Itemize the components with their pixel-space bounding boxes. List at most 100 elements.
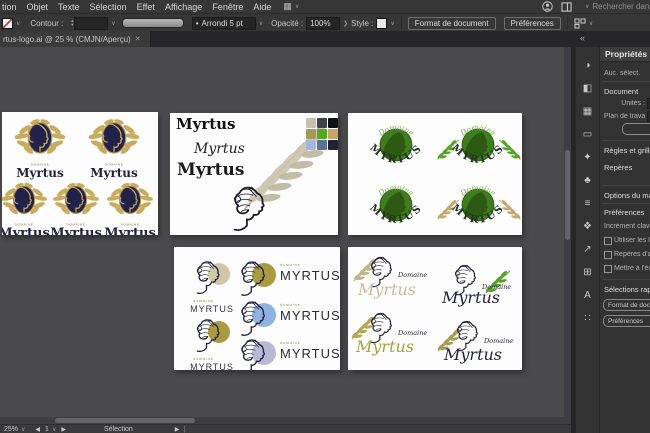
symbol-sprayer-panel-icon[interactable]: ✦ <box>583 151 591 164</box>
green-circle-logo-gold-leaves[interactable] <box>438 175 518 235</box>
artboard-5[interactable]: Domaine Myrtus Domaine Myrtus Domaine My… <box>348 247 522 370</box>
chevron-down-icon[interactable]: ∨ <box>111 20 115 27</box>
green-circle-logo[interactable] <box>356 115 436 175</box>
zoom-level[interactable]: 25% <box>4 426 18 433</box>
menu-item-effet[interactable]: Effet <box>137 2 155 12</box>
chevron-down-icon[interactable]: ∨ <box>16 20 20 27</box>
italic-logo[interactable]: Domaine Myrtus <box>352 309 436 361</box>
menu-item-fenetre[interactable]: Fenêtre <box>212 2 243 12</box>
italic-logo[interactable]: Domaine Myrtus <box>354 253 438 305</box>
prev-artboard-icon[interactable]: ◀ <box>35 426 40 433</box>
palette-swatch[interactable] <box>328 140 338 150</box>
align-panel-icon[interactable]: ∷ <box>584 312 590 325</box>
logo-domaine-text: domaine <box>184 299 223 303</box>
gradient-panel-icon[interactable]: ◧ <box>583 82 592 95</box>
head-sketch-illustration[interactable] <box>232 181 274 235</box>
fill-color-swatch[interactable] <box>2 18 13 29</box>
horizontal-scrollbar-thumb[interactable] <box>55 418 195 423</box>
color-panel-icon[interactable]: ◑ <box>584 59 590 72</box>
artboard-panel-icon[interactable]: ▭ <box>583 128 592 141</box>
menu-item-aide[interactable]: Aide <box>253 2 271 12</box>
menu-item-texte[interactable]: Texte <box>58 2 80 12</box>
green-circle-logo-leaves[interactable] <box>438 115 518 175</box>
variable-width-profile[interactable] <box>122 18 184 28</box>
logo-domaine-text: DOMAINE <box>4 223 44 226</box>
horizontal-logo[interactable]: domaine MYRTUS <box>240 335 336 370</box>
character-panel-icon[interactable]: A <box>584 289 591 302</box>
arrange-documents-icon[interactable] <box>561 2 572 12</box>
palette-swatch[interactable] <box>317 140 327 150</box>
palette-swatch[interactable] <box>328 129 338 139</box>
wordmark-slab[interactable]: Myrtus <box>176 115 236 133</box>
vertical-scrollbar[interactable] <box>564 47 571 417</box>
artboard-number[interactable]: 1 <box>45 426 49 433</box>
palette-swatch[interactable] <box>306 118 316 128</box>
close-icon[interactable]: ✕ <box>135 35 141 43</box>
next-artboard-icon[interactable]: ▶ <box>61 426 66 433</box>
horizontal-scrollbar[interactable] <box>0 417 571 424</box>
artboard-4[interactable]: domaine MYRTUS domaine MYRTUS domaine MY… <box>174 247 340 370</box>
align-options-icon[interactable] <box>574 18 586 29</box>
scale-strokes-checkbox[interactable] <box>604 265 612 273</box>
style-swatch[interactable] <box>376 18 387 29</box>
artboard-3[interactable] <box>348 113 522 235</box>
vertical-scrollbar-thumb[interactable] <box>565 150 570 240</box>
workspace-switcher-icon[interactable]: ▦ <box>283 1 292 12</box>
quick-action-preferences[interactable]: Préférences <box>603 315 650 327</box>
status-expand-icon[interactable]: ▶ <box>175 426 180 433</box>
account-icon[interactable] <box>542 1 553 12</box>
cameo-logo[interactable]: DOMAINE Myrtus <box>98 180 158 235</box>
opacity-field[interactable]: 100% <box>306 17 340 30</box>
swatches-panel-icon[interactable]: ▦ <box>583 105 592 118</box>
logo-domaine-text: Domaine <box>484 337 513 345</box>
chevron-down-icon[interactable]: ∨ <box>390 20 394 27</box>
menu-item-edition[interactable]: tion <box>2 2 17 12</box>
corner-guides-checkbox[interactable] <box>604 251 612 259</box>
chevron-down-icon[interactable]: ∨ <box>21 426 25 433</box>
preview-bounds-checkbox[interactable] <box>604 237 612 245</box>
chevron-down-icon[interactable]: ∨ <box>259 20 263 27</box>
chevron-down-icon[interactable]: ∨ <box>589 20 593 27</box>
palette-swatch[interactable] <box>306 140 316 150</box>
edit-artboards-button[interactable] <box>622 123 650 135</box>
palette-swatch[interactable] <box>317 118 327 128</box>
search-field[interactable]: ∨ Rechercher dans <box>580 2 650 11</box>
horizontal-logo[interactable]: domaine MYRTUS <box>240 257 336 297</box>
italic-logo[interactable]: Domaine Myrtus <box>440 317 522 369</box>
menu-item-affichage[interactable]: Affichage <box>165 2 202 12</box>
menu-item-objet[interactable]: Objet <box>27 2 49 12</box>
color-palette[interactable] <box>306 118 338 150</box>
units-label: Unités : <box>604 100 645 107</box>
artboard-1[interactable]: DOMAINE Myrtus DOMAINE Myrtus DOMAINE My… <box>2 112 158 235</box>
palette-swatch[interactable] <box>317 129 327 139</box>
scale-strokes-label: Mettre à l'échelle les contours <box>614 265 650 272</box>
canvas[interactable]: DOMAINE Myrtus DOMAINE Myrtus DOMAINE My… <box>0 47 571 433</box>
brushes-panel-icon[interactable]: ♣ <box>584 174 591 187</box>
stroke-weight-field[interactable] <box>74 17 108 30</box>
artboard-2[interactable]: Myrtus Myrtus Myrtus <box>170 113 338 235</box>
preferences-button[interactable]: Préférences <box>504 17 561 30</box>
layers-panel-icon[interactable]: ❖ <box>583 220 592 233</box>
quick-action-document-setup[interactable]: Format de document <box>603 299 650 311</box>
collapse-panels-icon[interactable]: « <box>580 33 585 43</box>
tab-properties[interactable]: Propriétés <box>600 47 650 62</box>
asset-export-panel-icon[interactable]: ↗ <box>583 243 591 256</box>
chevron-right-icon[interactable]: ❯ <box>343 20 348 27</box>
artboards-panel-icon[interactable]: ⊞ <box>583 266 591 279</box>
brush-definition-dropdown[interactable]: • Arrondi 5 pt <box>192 17 256 30</box>
horizontal-logo[interactable]: domaine MYRTUS <box>240 297 336 337</box>
italic-logo[interactable]: Domaine Myrtus <box>440 261 522 313</box>
stacked-logo[interactable]: domaine MYRTUS <box>184 255 240 314</box>
palette-swatch[interactable] <box>306 129 316 139</box>
green-circle-logo[interactable] <box>356 175 436 235</box>
document-setup-button[interactable]: Format de document <box>408 17 496 30</box>
cameo-logo[interactable]: DOMAINE Myrtus <box>8 116 72 179</box>
cameo-logo[interactable]: DOMAINE Myrtus <box>82 116 146 179</box>
menu-item-selection[interactable]: Sélection <box>90 2 127 12</box>
stacked-logo[interactable]: domaine MYRTUS <box>184 313 240 370</box>
document-tab[interactable]: rtus-logo.ai @ 25 % (CMJN/Aperçu) ✕ <box>0 31 151 47</box>
palette-swatch[interactable] <box>328 118 338 128</box>
stroke-panel-icon[interactable]: ≡ <box>585 197 591 210</box>
chevron-down-icon[interactable]: ∨ <box>52 426 56 433</box>
head-sketch-icon <box>196 257 226 302</box>
